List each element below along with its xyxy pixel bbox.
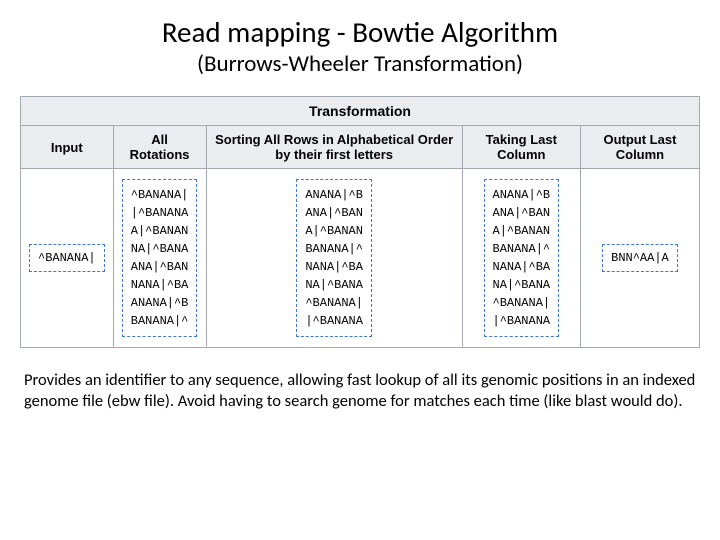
cell-sorted: ANANA|^B ANA|^BAN A|^BANAN BANANA|^ NANA… <box>206 169 462 348</box>
col-header-taking: Taking Last Column <box>462 126 580 169</box>
caption-text: Provides an identifier to any sequence, … <box>20 370 700 411</box>
page-subtitle: (Burrows-Wheeler Transformation) <box>20 50 700 78</box>
table-data-row: ^BANANA| ^BANANA| |^BANANA A|^BANAN NA|^… <box>21 169 700 348</box>
sorted-box: ANANA|^B ANA|^BAN A|^BANAN BANANA|^ NANA… <box>296 179 372 337</box>
taking-box: ANANA|^B ANA|^BAN A|^BANAN BANANA|^ NANA… <box>484 179 560 337</box>
col-header-output: Output Last Column <box>580 126 699 169</box>
transformation-table-wrap: Transformation Input All Rotations Sorti… <box>20 96 700 348</box>
table-header-main: Transformation <box>21 97 700 126</box>
rotations-box: ^BANANA| |^BANANA A|^BANAN NA|^BANA ANA|… <box>122 179 198 337</box>
cell-input: ^BANANA| <box>21 169 114 348</box>
cell-taking: ANANA|^B ANA|^BAN A|^BANAN BANANA|^ NANA… <box>462 169 580 348</box>
page-title: Read mapping - Bowtie Algorithm <box>20 14 700 50</box>
table-header-row: Input All Rotations Sorting All Rows in … <box>21 126 700 169</box>
cell-output: BNN^AA|A <box>580 169 699 348</box>
col-header-input: Input <box>21 126 114 169</box>
output-box: BNN^AA|A <box>602 244 678 272</box>
slide: Read mapping - Bowtie Algorithm (Burrows… <box>0 0 720 438</box>
transformation-table: Transformation Input All Rotations Sorti… <box>20 96 700 348</box>
col-header-rotations: All Rotations <box>113 126 206 169</box>
input-box: ^BANANA| <box>29 244 105 272</box>
table-header-row-main: Transformation <box>21 97 700 126</box>
col-header-sorting: Sorting All Rows in Alphabetical Order b… <box>206 126 462 169</box>
cell-rotations: ^BANANA| |^BANANA A|^BANAN NA|^BANA ANA|… <box>113 169 206 348</box>
